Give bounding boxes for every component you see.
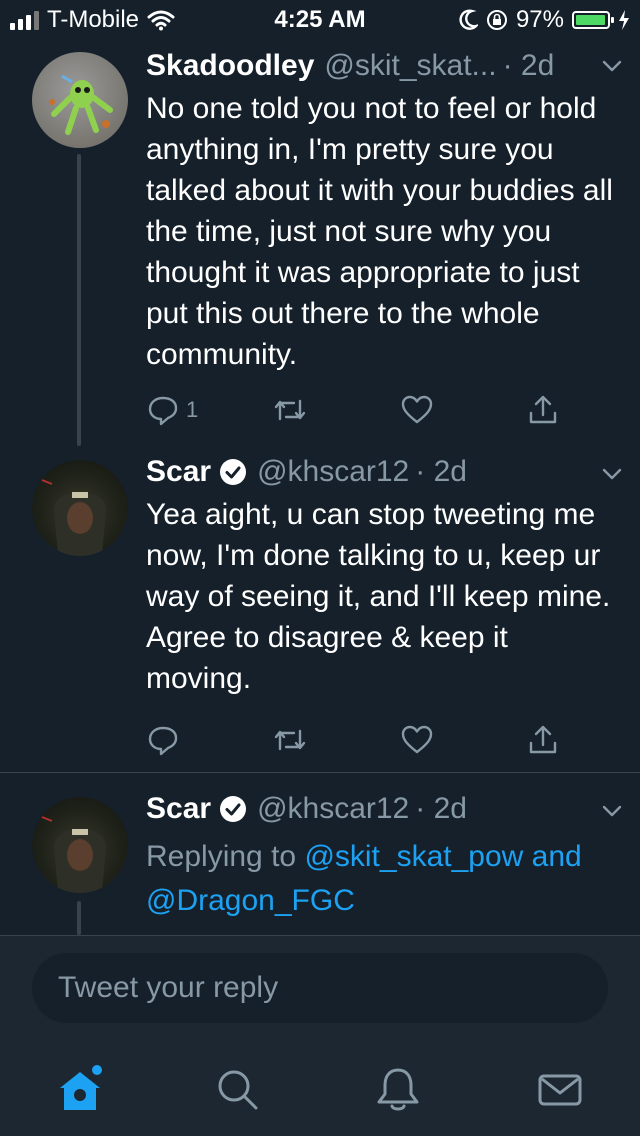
verified-badge-icon <box>220 796 247 822</box>
tweet-scar-reply[interactable]: Scar @khscar12 · 2d Yea aight, u can sto… <box>0 448 640 773</box>
chevron-down-icon[interactable] <box>600 799 624 823</box>
bell-icon <box>377 1068 419 1111</box>
display-name[interactable]: Scar <box>146 452 211 492</box>
thread-line <box>77 901 81 935</box>
avatar[interactable] <box>32 52 128 148</box>
bottom-area: Tweet your reply <box>0 935 640 1136</box>
heart-icon <box>401 725 433 754</box>
and-text: and <box>531 840 582 873</box>
tweet-text: Yea aight, u can stop tweeting me now, I… <box>146 498 611 695</box>
search-icon <box>218 1070 258 1110</box>
tweet-scar-replying[interactable]: Scar @khscar12 · 2d Replying to @skit_sk… <box>0 773 640 935</box>
retweet-button[interactable] <box>272 720 308 760</box>
alien-icon <box>49 74 113 135</box>
tab-notifications[interactable] <box>368 1060 428 1120</box>
reply-button[interactable]: 1 <box>146 390 198 430</box>
reply-input[interactable]: Tweet your reply <box>32 953 608 1023</box>
battery-icon <box>572 11 614 29</box>
reply-icon <box>148 396 178 426</box>
person-icon <box>41 479 106 556</box>
timestamp: · 2d <box>502 49 555 82</box>
thread-line <box>77 154 81 446</box>
timestamp: · 2d <box>415 792 467 825</box>
tab-search[interactable] <box>208 1060 268 1120</box>
replying-to: Replying to @skit_skat_pow and @Dragon_F… <box>146 835 626 923</box>
avatar[interactable] <box>32 797 128 893</box>
status-bar: T-Mobile 4:25 AM 97% <box>0 0 640 40</box>
chevron-down-icon[interactable] <box>600 462 624 486</box>
reply-icon <box>148 726 178 756</box>
like-button[interactable] <box>400 390 434 430</box>
share-button[interactable] <box>526 390 560 430</box>
replying-prefix: Replying to <box>146 840 297 873</box>
tab-bar <box>0 1046 640 1136</box>
person-icon <box>41 816 106 893</box>
chevron-down-icon[interactable] <box>600 54 624 78</box>
share-button[interactable] <box>526 720 560 760</box>
battery-percent: 97% <box>515 6 564 33</box>
display-name[interactable]: Skadoodley <box>146 46 314 86</box>
tweet-header: Skadoodley @skit_skat... · 2d <box>146 46 620 86</box>
like-button[interactable] <box>400 720 434 760</box>
home-icon <box>60 1065 102 1110</box>
mail-icon <box>538 1074 582 1106</box>
tweet-header: Scar @khscar12 · 2d <box>146 452 620 492</box>
retweet-icon <box>274 729 306 751</box>
tweet-skadoodley[interactable]: Skadoodley @skit_skat... · 2d No one tol… <box>0 40 640 448</box>
orientation-lock-icon <box>486 10 507 30</box>
timestamp: · 2d <box>415 455 467 488</box>
handle[interactable]: @skit_skat... <box>324 46 496 86</box>
tab-home[interactable] <box>50 1060 110 1120</box>
share-icon <box>529 395 557 424</box>
reply-button[interactable] <box>146 720 180 760</box>
status-right: 97% <box>458 6 630 34</box>
tweet-actions <box>146 720 586 760</box>
reply-count: 1 <box>186 397 199 422</box>
heart-icon <box>401 395 433 424</box>
mention-link[interactable]: @Dragon_FGC <box>146 884 355 917</box>
tweet-header: Scar @khscar12 · 2d <box>146 789 620 829</box>
handle[interactable]: @khscar12 <box>257 452 409 492</box>
handle[interactable]: @khscar12 <box>257 789 409 829</box>
tweet-text: No one told you not to feel or hold anyt… <box>146 92 613 371</box>
tweet-actions: 1 <box>146 390 586 430</box>
share-icon <box>529 725 557 754</box>
moon-icon <box>459 9 478 30</box>
retweet-button[interactable] <box>272 390 308 430</box>
display-name[interactable]: Scar <box>146 789 211 829</box>
avatar[interactable] <box>32 460 128 556</box>
verified-badge-icon <box>220 459 247 485</box>
tab-messages[interactable] <box>530 1060 590 1120</box>
retweet-icon <box>274 399 306 421</box>
charging-icon <box>619 10 629 30</box>
mention-link[interactable]: @skit_skat_pow <box>304 840 523 873</box>
